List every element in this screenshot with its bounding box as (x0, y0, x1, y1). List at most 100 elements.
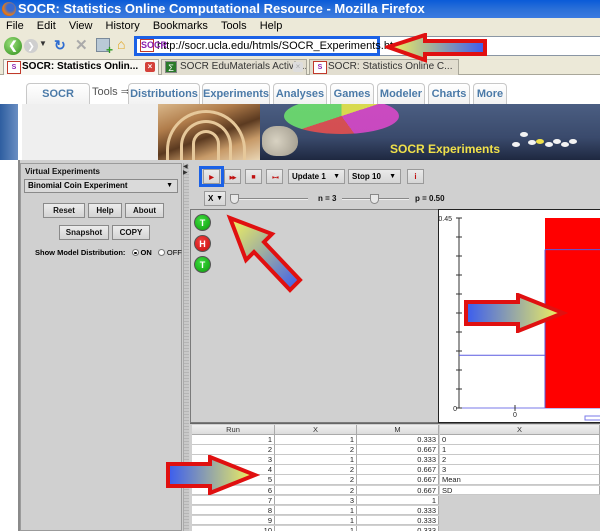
add-bookmark-icon[interactable] (96, 38, 113, 57)
close-tab-icon[interactable]: × (293, 62, 303, 72)
virtual-experiments-heading: Virtual Experiments (25, 167, 100, 176)
menu-bookmarks[interactable]: Bookmarks (153, 20, 208, 32)
site-tab-home[interactable]: SOCR Home (26, 83, 90, 121)
chevron-down-icon: ▼ (216, 195, 223, 202)
banner-experiments-image: SOCR Experiments (260, 104, 600, 160)
coin-ball: T (194, 214, 211, 231)
help-button[interactable]: Help (88, 203, 122, 218)
splitter-arrows-icon[interactable]: ◀ ▶ (183, 164, 188, 176)
tools-label: Tools ⇒ (92, 86, 130, 98)
table-cell: 1 (192, 435, 275, 445)
coin-ball: H (194, 235, 211, 252)
sigma-favicon-icon: Σ (165, 61, 177, 73)
fast-forward-button[interactable]: ▶▶ (224, 169, 241, 184)
stop-select-value: Stop 10 (352, 172, 381, 181)
table-cell: 9 (192, 515, 275, 526)
site-tab-more[interactable]: More (473, 83, 507, 105)
fast-forward-icon: ▶▶ (229, 175, 237, 181)
site-tab-modeler[interactable]: Modeler (377, 83, 425, 105)
stop-button[interactable]: ■ (245, 169, 262, 184)
empirical-bar-1 (545, 218, 600, 408)
socr-favicon-icon: S (313, 61, 327, 74)
table-cell: 1 (275, 515, 357, 526)
radio-off[interactable] (157, 249, 165, 256)
about-button[interactable]: About (125, 203, 164, 218)
results-table: Run X M X 1 1 0.333 2 2 0.667 3 1 0.333 4 2 0.667 5 2 0.66… (190, 423, 600, 531)
table-cell: 7 (192, 495, 275, 506)
close-tab-icon[interactable]: × (145, 62, 155, 72)
n-slider-thumb[interactable] (229, 194, 239, 204)
site-tab-analyses[interactable]: Analyses (273, 83, 327, 105)
chevron-down-icon: ▼ (166, 182, 173, 189)
variable-select[interactable]: X ▼ (204, 191, 226, 206)
table-cell: 1 (357, 495, 439, 506)
table-cell: 8 (192, 505, 275, 516)
site-tab-experiments[interactable]: Experiments (202, 83, 270, 105)
table-header-run[interactable]: Run (192, 425, 275, 435)
socr-favicon-icon: S (7, 61, 21, 74)
p-value-label: p = 0.50 (415, 194, 445, 203)
menu-file[interactable]: File (6, 20, 24, 32)
table-cell: 2 (192, 445, 275, 455)
site-tab-distributions[interactable]: Distributions (128, 83, 200, 105)
browser-tab-socr-experiments[interactable]: S SOCR: Statistics Onlin... × (3, 59, 159, 75)
table-cell: 1 (275, 505, 357, 516)
reset-run-button[interactable]: ⇤⇥ (266, 169, 283, 184)
copy-button[interactable]: COPY (112, 225, 150, 240)
n-slider-track[interactable] (232, 198, 308, 200)
dist-table-header[interactable]: X (440, 425, 600, 435)
info-button[interactable]: i (407, 169, 424, 184)
history-dropdown-icon[interactable]: ▼ (39, 39, 47, 48)
menu-help[interactable]: Help (260, 20, 283, 32)
experiment-select[interactable]: Binomial Coin Experiment ▼ (24, 179, 178, 193)
forward-icon[interactable]: ❯ (24, 39, 38, 53)
table-header-m[interactable]: M (357, 425, 439, 435)
table-cell: 2 (275, 475, 357, 485)
table-cell: 0.333 (357, 455, 439, 465)
radio-on[interactable] (131, 249, 139, 256)
browser-tab-label: SOCR: Statistics Online C... (328, 61, 453, 72)
update-select[interactable]: Update 1 ▼ (288, 169, 345, 184)
chevron-down-icon: ▼ (389, 173, 396, 180)
menu-tools[interactable]: Tools (221, 20, 247, 32)
chevron-down-icon: ▼ (333, 173, 340, 180)
table-cell: 5 (192, 475, 275, 485)
browser-tab-socr-online[interactable]: S SOCR: Statistics Online C... (309, 59, 459, 75)
scrollbar-thumb[interactable] (584, 415, 600, 421)
menu-view[interactable]: View (69, 20, 93, 32)
stop-select[interactable]: Stop 10 ▼ (348, 169, 401, 184)
table-header-x[interactable]: X (275, 425, 357, 435)
dist-table-row: 3 (440, 465, 600, 475)
reset-button[interactable]: Reset (43, 203, 85, 218)
radio-off-label: OFF (166, 248, 182, 257)
table-cell: 2 (275, 485, 357, 495)
browser-tab-edumaterials[interactable]: Σ SOCR EduMaterials Activit... × (161, 59, 307, 75)
table-cell: 2 (275, 465, 357, 475)
dist-table-row: SD (440, 485, 600, 495)
snapshot-button[interactable]: Snapshot (59, 225, 109, 240)
reload-icon[interactable]: ↻ (54, 37, 66, 54)
stop-loading-icon[interactable]: ✕ (75, 36, 88, 54)
table-cell: 0.667 (357, 475, 439, 485)
reset-icon: ⇤⇥ (272, 175, 279, 181)
panel-splitter[interactable] (183, 163, 189, 531)
dist-table-row: Mean (440, 475, 600, 485)
p-slider-thumb[interactable] (370, 194, 379, 204)
back-icon[interactable]: ❮ (4, 37, 22, 55)
site-tab-games[interactable]: Games (330, 83, 374, 105)
table-cell: 0.333 (357, 435, 439, 445)
menu-edit[interactable]: Edit (37, 20, 56, 32)
table-cell: 6 (192, 485, 275, 495)
info-icon: i (414, 172, 417, 181)
site-tab-charts[interactable]: Charts (428, 83, 470, 105)
radio-on-label: ON (140, 248, 152, 257)
table-cell: 0.333 (357, 515, 439, 526)
site-favicon-icon: SOCR (140, 39, 168, 52)
home-icon[interactable]: ⌂ (117, 36, 125, 52)
table-cell: 0.333 (357, 505, 439, 516)
y-max-label: 0.45 (439, 216, 452, 223)
url-input[interactable]: SOCR http://socr.ucla.edu/htmls/SOCR_Exp… (134, 36, 405, 56)
y-min-label: 0 (453, 406, 457, 413)
browser-tab-label: SOCR: Statistics Onlin... (22, 61, 139, 72)
menu-history[interactable]: History (106, 20, 140, 32)
